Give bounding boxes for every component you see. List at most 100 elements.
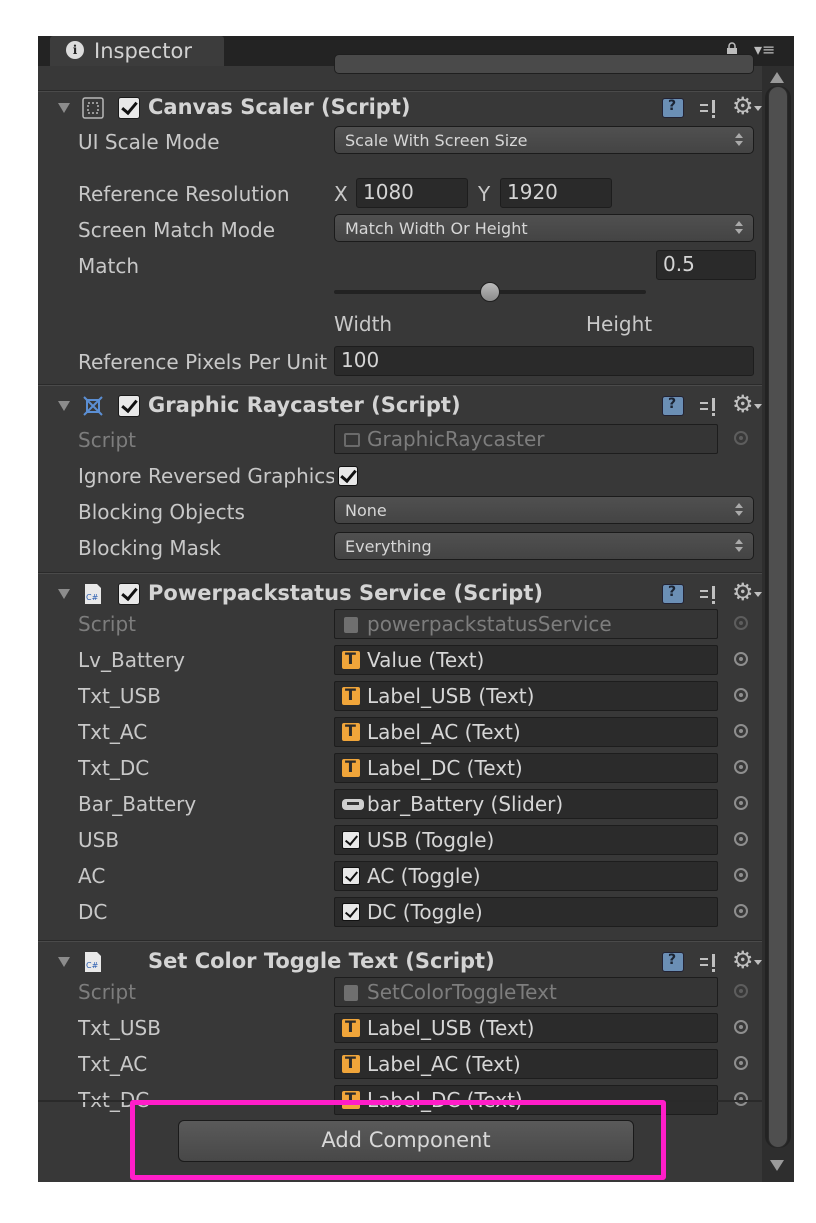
canvas-scaler-enabled-checkbox[interactable] — [118, 97, 140, 119]
object-picker-icon[interactable] — [734, 1020, 748, 1034]
field-label: Txt_USB — [78, 684, 161, 708]
svg-text:C#: C# — [86, 961, 99, 970]
set-color-toggle-text-header[interactable]: C# Set Color Toggle Text (Script) ⚙ — [38, 946, 762, 978]
field-label: AC — [78, 864, 106, 888]
csharp-script-icon: C# — [85, 584, 101, 604]
vertical-scrollbar[interactable] — [762, 66, 794, 1182]
gear-dropdown-caret-icon — [754, 106, 762, 111]
object-field[interactable]: DC (Toggle) — [334, 897, 718, 927]
match-slider-handle[interactable] — [480, 282, 500, 302]
object-picker-icon[interactable] — [734, 1056, 748, 1070]
object-picker-icon[interactable] — [734, 760, 748, 774]
ui-scale-mode-dropdown[interactable]: Scale With Screen Size — [334, 126, 754, 154]
graphic-raycaster-title: Graphic Raycaster (Script) — [148, 393, 461, 417]
object-picker-icon[interactable] — [734, 904, 748, 918]
settings-gear-icon[interactable]: ⚙ — [732, 578, 754, 606]
presets-icon[interactable] — [698, 98, 720, 118]
object-field[interactable]: Label_DC (Text) — [334, 753, 718, 783]
screen-match-mode-value: Match Width Or Height — [345, 219, 528, 238]
object-picker-icon — [734, 431, 748, 445]
gear-dropdown-caret-icon — [754, 592, 762, 597]
tab-inspector[interactable]: i Inspector — [50, 36, 224, 66]
powerpackstatus-service-header[interactable]: C# Powerpackstatus Service (Script) ⚙ — [38, 578, 762, 610]
screen-match-mode-dropdown[interactable]: Match Width Or Height — [334, 214, 754, 242]
csharp-script-icon: C# — [85, 952, 101, 972]
presets-icon[interactable] — [698, 584, 720, 604]
slider-icon — [342, 799, 364, 810]
object-field[interactable]: bar_Battery (Slider) — [334, 789, 718, 819]
help-icon[interactable] — [662, 952, 684, 972]
settings-gear-icon[interactable]: ⚙ — [732, 946, 754, 974]
field-value: powerpackstatusService — [367, 612, 612, 636]
graphic-raycaster-enabled-checkbox[interactable] — [118, 395, 140, 417]
panel-menu-icon[interactable]: ▾≡ — [754, 40, 775, 59]
match-value-input[interactable]: 0.5 — [656, 250, 756, 280]
ref-x-input[interactable]: 1080 — [356, 178, 468, 208]
presets-icon[interactable] — [698, 952, 720, 972]
object-picker-icon — [734, 616, 748, 630]
gear-dropdown-caret-icon — [754, 404, 762, 409]
help-icon[interactable] — [662, 584, 684, 604]
presets-icon[interactable] — [698, 396, 720, 416]
field-value: SetColorToggleText — [367, 980, 557, 1004]
object-picker-icon[interactable] — [734, 796, 748, 810]
object-picker-icon[interactable] — [734, 724, 748, 738]
reference-pixels-per-unit-input[interactable]: 100 — [334, 346, 754, 376]
help-icon[interactable] — [662, 98, 684, 118]
field-value: Value (Text) — [367, 648, 485, 672]
field-label: Txt_AC — [78, 1052, 148, 1076]
field-value: USB (Toggle) — [367, 828, 495, 852]
object-field[interactable]: Label_AC (Text) — [334, 1049, 718, 1079]
script-object-field[interactable]: powerpackstatusService — [334, 609, 718, 639]
object-field[interactable]: Label_USB (Text) — [334, 681, 718, 711]
object-picker-icon[interactable] — [734, 832, 748, 846]
field-label: Txt_DC — [78, 756, 150, 780]
field-label: USB — [78, 828, 120, 852]
match-max-label: Height — [586, 312, 653, 336]
object-field[interactable]: AC (Toggle) — [334, 861, 718, 891]
foldout-arrow-icon[interactable] — [58, 401, 70, 411]
canvas-scaler-header[interactable]: Canvas Scaler (Script) ⚙ — [38, 92, 762, 124]
settings-gear-icon[interactable]: ⚙ — [732, 390, 754, 418]
screen-match-mode-label: Screen Match Mode — [78, 218, 275, 242]
object-picker-icon[interactable] — [734, 688, 748, 702]
object-picker-icon[interactable] — [734, 868, 748, 882]
field-value: Label_USB (Text) — [367, 1016, 535, 1040]
toggle-icon — [342, 867, 360, 885]
foldout-arrow-icon[interactable] — [58, 589, 70, 599]
reference-resolution-label: Reference Resolution — [78, 182, 290, 206]
inspector-panel: i Inspector ▾≡ Canvas Scaler (Script) ? … — [38, 36, 794, 1182]
scroll-up-arrow-icon[interactable] — [770, 72, 784, 83]
object-picker-icon[interactable] — [734, 1092, 748, 1106]
ref-y-input[interactable]: 1920 — [500, 178, 612, 208]
object-field[interactable]: Label_USB (Text) — [334, 1013, 718, 1043]
object-picker-icon[interactable] — [734, 652, 748, 666]
scrollbar-track[interactable] — [765, 86, 791, 1148]
foldout-arrow-icon[interactable] — [58, 103, 70, 113]
object-field[interactable]: Value (Text) — [334, 645, 718, 675]
graphic-raycaster-header[interactable]: Graphic Raycaster (Script) ⚙ — [38, 390, 762, 422]
blocking-objects-dropdown[interactable]: None — [334, 496, 754, 524]
blocking-objects-label: Blocking Objects — [78, 500, 245, 524]
powerpackstatus-enabled-checkbox[interactable] — [118, 583, 140, 605]
field-label: Bar_Battery — [78, 792, 197, 816]
blocking-mask-dropdown[interactable]: Everything — [334, 532, 754, 560]
object-field[interactable]: USB (Toggle) — [334, 825, 718, 855]
foldout-arrow-icon[interactable] — [58, 957, 70, 967]
field-value: Label_DC (Text) — [367, 756, 523, 780]
scroll-down-arrow-icon[interactable] — [770, 1160, 784, 1171]
add-component-button[interactable]: Add Component — [178, 1120, 634, 1162]
ignore-reversed-graphics-checkbox[interactable] — [338, 466, 358, 486]
object-field[interactable]: Label_AC (Text) — [334, 717, 718, 747]
script-object-value: GraphicRaycaster — [367, 427, 545, 451]
field-label: DC — [78, 900, 108, 924]
field-value: AC (Toggle) — [367, 864, 481, 888]
settings-gear-icon[interactable]: ⚙ — [732, 92, 754, 120]
canvas-scaler-title: Canvas Scaler (Script) — [148, 95, 411, 119]
script-object-field[interactable]: SetColorToggleText — [334, 977, 718, 1007]
help-icon[interactable] — [662, 396, 684, 416]
field-value: Label_USB (Text) — [367, 684, 535, 708]
field-value: Label_AC (Text) — [367, 1052, 521, 1076]
scrollbar-thumb[interactable] — [768, 86, 788, 1148]
script-object-field[interactable]: GraphicRaycaster — [334, 424, 718, 454]
